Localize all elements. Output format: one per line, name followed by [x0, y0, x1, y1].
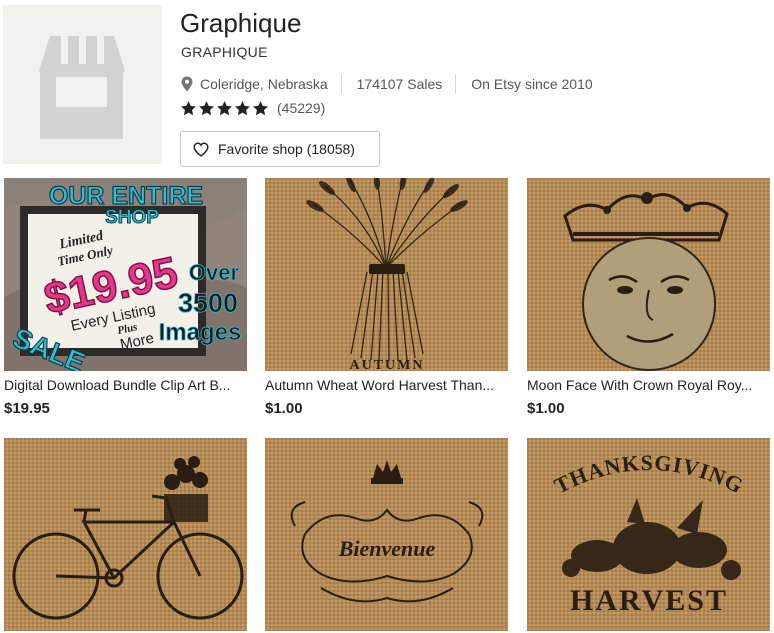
listing-image[interactable]	[4, 438, 247, 631]
shop-meta: Coleridge, Nebraska 174107 Sales On Etsy…	[180, 74, 593, 94]
heart-icon	[193, 141, 209, 157]
image-caption: Bienvenue	[338, 536, 436, 561]
listing-price: $19.95	[4, 400, 50, 417]
shop-subtitle: GRAPHIQUE	[181, 44, 268, 60]
shop-location-text: Coleridge, Nebraska	[200, 76, 328, 92]
listing-image[interactable]: Bienvenue	[265, 438, 508, 631]
star-icon	[217, 100, 232, 115]
favorite-shop-button[interactable]: Favorite shop (18058)	[180, 131, 380, 167]
storefront-icon	[39, 36, 125, 139]
listing-card[interactable]: THANKSGIVING HARVEST	[527, 438, 770, 633]
star-icon	[235, 100, 250, 115]
review-count: (45229)	[277, 100, 326, 116]
shop-location: Coleridge, Nebraska	[180, 76, 328, 92]
image-caption-bottom: HARVEST	[570, 584, 728, 617]
listing-title[interactable]: Autumn Wheat Word Harvest Than...	[265, 377, 508, 393]
shop-sales[interactable]: 174107 Sales	[357, 76, 443, 92]
shop-since: On Etsy since 2010	[471, 76, 593, 92]
listing-card[interactable]: Moon Face With Crown Royal Roy... $1.00	[527, 178, 770, 417]
favorite-shop-label: Favorite shop (18058)	[218, 141, 355, 157]
meta-divider	[340, 74, 342, 94]
star-icon	[253, 100, 268, 115]
listing-image[interactable]	[527, 178, 770, 371]
map-pin-icon	[181, 76, 193, 92]
rating-stars	[180, 100, 269, 117]
shop-avatar[interactable]	[3, 5, 162, 164]
meta-divider	[455, 74, 457, 94]
listing-card[interactable]: AUTUMN Autumn Wheat Word Harvest Than...…	[265, 178, 508, 417]
image-caption: AUTUMN	[350, 358, 425, 371]
listing-image[interactable]: OUR ENTIRE SHOP Limited Time Only $19.95…	[4, 178, 247, 371]
listing-card[interactable]: OUR ENTIRE SHOP Limited Time Only $19.95…	[4, 178, 247, 417]
listing-title[interactable]: Moon Face With Crown Royal Roy...	[527, 377, 770, 393]
sale-headline: OUR ENTIRE	[49, 182, 203, 210]
sale-over: Over	[189, 260, 240, 285]
listing-title[interactable]: Digital Download Bundle Clip Art B...	[4, 377, 247, 393]
listing-price: $1.00	[265, 400, 303, 417]
sale-headline-shop: SHOP	[105, 207, 159, 228]
listing-card[interactable]: Bienvenue	[265, 438, 508, 633]
listing-image[interactable]: AUTUMN	[265, 178, 508, 371]
star-icon	[181, 100, 196, 115]
listing-price: $1.00	[527, 400, 565, 417]
listing-card[interactable]	[4, 438, 247, 633]
star-icon	[199, 100, 214, 115]
sale-count: 3500	[178, 288, 238, 318]
shop-rating[interactable]: (45229)	[180, 98, 325, 118]
shop-name: Graphique	[180, 8, 302, 38]
listing-image[interactable]: THANKSGIVING HARVEST	[527, 438, 770, 631]
sale-images: Images	[159, 319, 242, 346]
